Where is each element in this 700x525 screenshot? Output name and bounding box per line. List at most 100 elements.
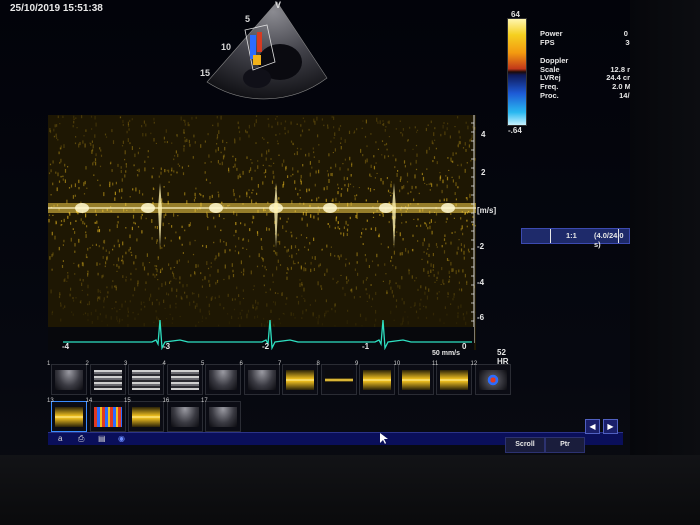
spectrum-bright-spot	[441, 203, 455, 213]
cine-position: (4.0/24.0 s)	[594, 231, 624, 249]
clip-preview	[170, 370, 199, 390]
clip-preview	[55, 370, 83, 390]
annotate-icon[interactable]: a	[58, 434, 62, 443]
depth-label-10: 10	[221, 42, 232, 52]
doppler-spectrum-svg	[48, 115, 477, 351]
clip-number: 1	[47, 361, 51, 367]
clip-number: 8	[316, 361, 320, 367]
spectrum-bright-spot	[323, 203, 337, 213]
clip-preview	[132, 370, 160, 390]
clip-thumbnail[interactable]: 4	[163, 361, 203, 395]
clip-thumbnail[interactable]: 15	[124, 398, 164, 432]
clip-number: 10	[393, 361, 401, 367]
doppler-param-row: Proc.14/0/0	[540, 90, 640, 101]
clip-thumbnail[interactable]: 7	[278, 361, 318, 395]
print-icon[interactable]: ⎙	[78, 434, 84, 444]
colorbar-bottom-value: -.64	[508, 126, 522, 135]
clip-thumbnail[interactable]: 5	[201, 361, 241, 395]
clip-preview	[401, 370, 430, 390]
clip-number: 4	[162, 361, 166, 367]
doppler-spectrum	[48, 115, 477, 351]
clip-preview	[93, 407, 122, 427]
sector-svg: V	[206, 0, 328, 100]
next-page-button[interactable]: ▶	[603, 419, 618, 434]
clip-number: 12	[470, 361, 478, 367]
clip-thumbnail[interactable]: 2	[86, 361, 126, 395]
clip-number: 14	[85, 398, 93, 404]
mouse-pointer-icon	[380, 432, 388, 450]
velocity-unit: [m/s]	[477, 206, 497, 215]
clip-thumbnail[interactable]: 12	[471, 361, 511, 395]
clip-number: 3	[124, 361, 128, 367]
clip-thumbnail[interactable]: 10	[394, 361, 434, 395]
clip-preview	[247, 370, 276, 390]
clip-preview	[440, 370, 468, 390]
monitor-bezel-right	[630, 0, 700, 525]
spectrum-background	[48, 115, 476, 350]
scale-label-minus-4: -4	[477, 278, 485, 287]
clip-number: 16	[162, 398, 170, 404]
datetime: 25/10/2019 15:51:38	[10, 3, 103, 14]
time-label-minus-1: -1	[362, 342, 370, 351]
cine-marker-end[interactable]	[618, 229, 619, 243]
clip-thumbnail[interactable]: 9	[355, 361, 395, 395]
clip-number: 17	[201, 398, 208, 404]
clip-thumbnail[interactable]: 14	[86, 398, 126, 432]
scale-label-2: 2	[481, 168, 486, 177]
clip-number: 13	[47, 398, 54, 404]
cine-marker-start[interactable]	[550, 229, 551, 243]
settings-icon[interactable]: ◉	[118, 434, 125, 443]
clip-preview	[363, 370, 391, 390]
depth-label-5: 5	[245, 14, 251, 24]
heart-rate-value: 52	[497, 348, 506, 357]
param-label: FPS	[540, 37, 555, 47]
softkeys: Scroll Ptr	[505, 437, 625, 453]
spectrum-bright-spot	[141, 203, 155, 213]
time-label-0: 0	[462, 342, 467, 351]
clip-number: 7	[278, 361, 282, 367]
previous-page-button[interactable]: ◀	[585, 419, 600, 434]
time-label-minus-3: -3	[163, 342, 171, 351]
scale-label-minus-6: -6	[477, 313, 485, 322]
clip-preview	[93, 370, 122, 390]
ecg-band	[48, 327, 474, 350]
depth-label-15: 15	[200, 68, 211, 78]
pointer-button[interactable]: Ptr	[545, 437, 585, 453]
clip-thumbnail[interactable]: 16	[163, 398, 203, 432]
save-icon[interactable]: ▤	[98, 434, 106, 443]
clip-preview	[286, 370, 314, 390]
spectrum-bright-spot	[209, 203, 223, 213]
sector-image: V 5 10 15	[195, 0, 330, 115]
clip-number: 11	[432, 361, 439, 367]
clip-thumbnail[interactable]: 3	[124, 361, 164, 395]
clip-number: 9	[355, 361, 359, 367]
doppler-param-label: Proc.	[540, 90, 559, 100]
clip-thumbnail[interactable]: 6	[240, 361, 280, 395]
time-label-minus-4: -4	[62, 342, 70, 351]
clip-preview	[324, 370, 353, 390]
clip-number: 6	[239, 361, 243, 367]
clip-thumbnail[interactable]: 1	[47, 361, 87, 395]
param-rows: Power0 dBFPS30.5	[540, 29, 640, 48]
clip-thumbnail[interactable]: 13	[47, 398, 87, 432]
scale-label-minus-2: -2	[477, 242, 485, 251]
scroll-button[interactable]: Scroll	[505, 437, 545, 453]
ultrasound-screen: 25/10/2019 15:51:38 V 5 10 15 64 -.64 Po…	[0, 0, 700, 525]
color-velocity-bar	[507, 18, 527, 126]
clip-preview	[209, 407, 237, 427]
clip-preview	[55, 407, 83, 427]
cine-loop-bar[interactable]: 1:1 (4.0/24.0 s)	[521, 228, 630, 249]
sweep-speed: 50 mm/s	[432, 350, 461, 357]
clip-thumbnail[interactable]: 11	[432, 361, 472, 395]
doppler-param-rows: Scale 12.8 m/s LVRej 24.4 cm/s Freq. 2.0 MHz P…	[540, 65, 640, 101]
clip-thumbnails: 1 2 3 4 5 6 7 8 9 10 11 12 13 14 15 16 17	[45, 360, 515, 432]
spectrum-bright-spot	[379, 203, 393, 213]
clip-thumbnail[interactable]: 8	[317, 361, 357, 395]
clip-preview	[478, 370, 507, 390]
clip-preview	[170, 407, 199, 427]
clip-thumbnail[interactable]: 17	[201, 398, 241, 432]
monitor-bezel-bottom	[0, 455, 700, 525]
param-row: FPS30.5	[540, 37, 640, 48]
spectrum-bright-spot	[75, 203, 89, 213]
clip-number: 5	[201, 361, 205, 367]
